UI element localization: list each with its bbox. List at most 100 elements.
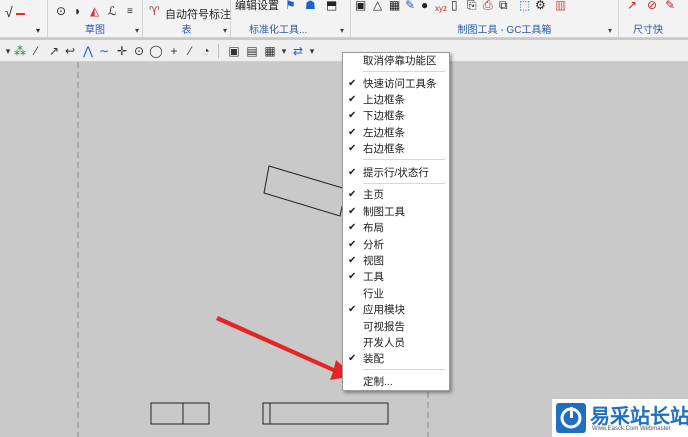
menu-item-drafting-tools[interactable]: ✔ 制图工具 xyxy=(343,204,449,220)
snap-midpoint-icon[interactable]: ⋀ xyxy=(80,43,96,59)
gc-grid-icon[interactable]: ▦ xyxy=(389,0,400,12)
ribbon-group-dimension: ↗ ⊘ ✎ 尺寸快 xyxy=(619,0,688,37)
snap-center-icon[interactable]: ⊙ xyxy=(131,43,147,59)
symbol-icon[interactable]: ♈ xyxy=(149,4,160,18)
snap-endpoint-icon[interactable]: ↗ xyxy=(46,43,62,59)
watermark-subtitle: Www.Easck.Com Webmaster xyxy=(592,426,671,432)
ribbon-group-standard-tools: 编辑设置 ⚑ ☗ ⬒ 标准化工具... ▾ xyxy=(231,0,351,37)
gc-gear-icon[interactable]: ⚙ xyxy=(535,0,546,12)
sketch-dimension-icon[interactable]: ℒ xyxy=(108,4,117,18)
check-icon: ✔ xyxy=(348,78,357,89)
menu-item-application-module[interactable]: ✔ 应用模块 xyxy=(343,302,449,318)
menu-item-home[interactable]: ✔ 主页 xyxy=(343,187,449,203)
logo-mark-svg xyxy=(560,407,582,429)
gc-drag-icon[interactable]: ⬚ xyxy=(519,0,530,12)
snap-arc-icon[interactable]: ↩ xyxy=(62,43,78,59)
menu-item-undock-ribbon[interactable]: 取消停靠功能区 xyxy=(343,53,449,69)
menu-item-developer[interactable]: 开发人员 xyxy=(343,335,449,351)
fillet-icon[interactable]: ◭ xyxy=(90,4,99,18)
check-icon: ✔ xyxy=(348,189,357,200)
menu-item-view[interactable]: ✔ 视图 xyxy=(343,253,449,269)
snap-point-icon[interactable]: ⁂ xyxy=(12,43,28,59)
group-label: 草图 xyxy=(85,25,105,36)
group-label: 尺寸快 xyxy=(633,25,663,36)
dim-arrow-icon[interactable]: ↗ xyxy=(627,0,637,12)
menu-item-bottom-border-bar[interactable]: ✔ 下边框条 xyxy=(343,108,449,124)
snap-quadrant-icon[interactable]: ◯ xyxy=(148,43,164,59)
menu-item-status-line[interactable]: ✔ 提示行/状态行 xyxy=(343,165,449,181)
check-icon: ✔ xyxy=(348,271,357,282)
check-dimension-icon[interactable]: √ xyxy=(5,4,13,20)
snap-tangent-icon[interactable]: ⁄ xyxy=(182,43,198,59)
gc-square-icon[interactable]: ▣ xyxy=(355,0,366,12)
menu-item-customize[interactable]: 定制... xyxy=(343,374,449,390)
view-fit-icon[interactable]: ▣ xyxy=(226,43,242,59)
group-label: 制图工具 - GC工具箱 xyxy=(457,25,552,36)
menu-item-label: 行业 xyxy=(363,288,384,300)
menu-item-analysis[interactable]: ✔ 分析 xyxy=(343,237,449,253)
group-launcher-icon[interactable]: ▾ xyxy=(223,26,227,35)
menu-item-quick-access[interactable]: ✔ 快速访问工具条 xyxy=(343,76,449,92)
snap-perp-icon[interactable]: ◔ xyxy=(198,43,214,59)
gc-triangle-icon[interactable]: △ xyxy=(373,0,382,12)
tool-a-icon[interactable]: ⚑ xyxy=(285,0,296,12)
gc-pencil-icon[interactable]: ✎ xyxy=(405,0,415,12)
dim-diameter-icon[interactable]: ⊘ xyxy=(647,0,657,12)
menu-item-visual-report[interactable]: 可视报告 xyxy=(343,319,449,335)
snap-curve-icon[interactable]: ∼ xyxy=(96,43,112,59)
gc-copy-icon[interactable]: ⧉ xyxy=(499,0,508,13)
watermark-title: 易采站长站 xyxy=(590,406,688,428)
menu-item-right-border-bar[interactable]: ✔ 右边框条 xyxy=(343,141,449,157)
group-0-dropdown-icon[interactable]: ▾ xyxy=(36,26,40,35)
more-sketch-icon[interactable]: ≡ xyxy=(127,6,133,17)
group-launcher-icon[interactable]: ▾ xyxy=(135,26,139,35)
circle-icon[interactable]: ⊙ xyxy=(56,4,66,18)
view-orient-dropdown-icon[interactable]: ▾ xyxy=(304,43,320,59)
group-launcher-icon[interactable]: ▾ xyxy=(608,26,612,35)
dim-edit-icon[interactable]: ✎ xyxy=(665,0,675,12)
check-icon: ✔ xyxy=(348,239,357,250)
menu-item-label: 应用模块 xyxy=(363,304,405,316)
ribbon-group-0: √ ▾ xyxy=(0,0,48,37)
gc-palette-icon[interactable]: ▥ xyxy=(555,0,566,12)
tool-c-icon[interactable]: ⬒ xyxy=(326,0,337,12)
bottom-rect-left[interactable] xyxy=(150,402,210,425)
tool-b-icon[interactable]: ☗ xyxy=(305,0,316,12)
menu-item-industry[interactable]: 行业 xyxy=(343,286,449,302)
arc-icon[interactable]: ◗ xyxy=(74,4,81,18)
menu-item-label: 视图 xyxy=(363,255,384,267)
auto-symbol-button[interactable]: 自动符号标注 xyxy=(165,6,231,22)
menu-item-tools[interactable]: ✔ 工具 xyxy=(343,269,449,285)
group-launcher-icon[interactable]: ▾ xyxy=(340,26,344,35)
check-icon: ✔ xyxy=(348,255,357,266)
gc-ball-icon[interactable]: ● xyxy=(421,0,428,12)
gc-rect-icon[interactable]: ▯ xyxy=(451,0,458,12)
snap-cross-icon[interactable]: + xyxy=(166,43,182,59)
gc-xyz-icon[interactable]: xyz xyxy=(435,4,447,13)
menu-item-assembly[interactable]: ✔ 装配 xyxy=(343,351,449,367)
gc-red-doc-icon[interactable]: ⎙ xyxy=(483,0,493,13)
ribbon-context-menu: 取消停靠功能区 ✔ 快速访问工具条 ✔ 上边框条 ✔ 下边框条 ✔ 左边框条 ✔… xyxy=(342,52,450,391)
view-layer-icon[interactable]: ▤ xyxy=(244,43,260,59)
toolbar-separator xyxy=(218,44,219,58)
menu-item-label: 可视报告 xyxy=(363,321,405,333)
check-icon: ✔ xyxy=(348,304,357,315)
snap-line-icon[interactable]: ⁄ xyxy=(28,43,44,59)
snap-intersection-icon[interactable]: ✛ xyxy=(114,43,130,59)
menu-item-label: 工具 xyxy=(363,271,384,283)
red-underline-icon[interactable] xyxy=(16,5,25,15)
gc-note-icon[interactable]: ⎘ xyxy=(467,0,477,13)
menu-item-layout[interactable]: ✔ 布局 xyxy=(343,220,449,236)
bottom-rect-right[interactable] xyxy=(262,402,389,425)
menu-item-top-border-bar[interactable]: ✔ 上边框条 xyxy=(343,92,449,108)
menu-separator xyxy=(363,183,445,184)
menu-item-label: 装配 xyxy=(363,353,384,365)
menu-item-label: 主页 xyxy=(363,189,384,201)
annotation-arrow xyxy=(216,316,354,380)
menu-item-left-border-bar[interactable]: ✔ 左边框条 xyxy=(343,125,449,141)
menu-item-label: 布局 xyxy=(363,222,384,234)
ribbon-group-table: ♈ 自动符号标注 表 ▾ xyxy=(143,0,231,37)
ribbon-group-sketch: ⊙ ◗ ◭ ℒ ≡ 草图 ▾ xyxy=(48,0,143,37)
edit-settings-button[interactable]: 编辑设置 xyxy=(235,0,279,13)
rotated-rectangle[interactable] xyxy=(263,165,347,217)
